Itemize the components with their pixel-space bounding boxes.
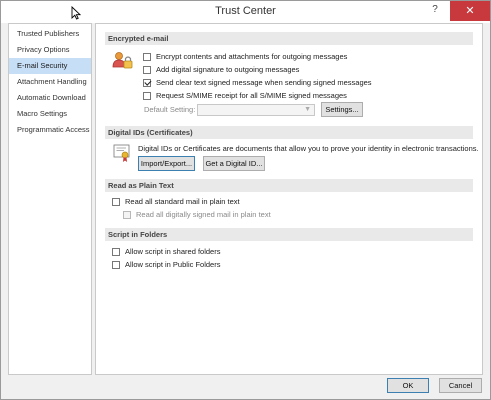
import-export-button[interactable]: Import/Export... xyxy=(138,156,195,171)
script-shared-label: Allow script in shared folders xyxy=(125,247,221,256)
section-heading-script-folders: Script in Folders xyxy=(105,228,473,241)
get-digital-id-button[interactable]: Get a Digital ID... xyxy=(203,156,265,171)
sidebar: Trusted Publishers Privacy Options E-mai… xyxy=(8,23,92,375)
sidebar-item-automatic-download[interactable]: Automatic Download xyxy=(9,90,91,106)
encrypt-contents-checkbox[interactable] xyxy=(143,52,151,61)
sidebar-item-attachment-handling[interactable]: Attachment Handling xyxy=(9,74,91,90)
encrypt-contents-label: Encrypt contents and attachments for out… xyxy=(156,52,348,61)
settings-panel: Encrypted e-mail Encrypt contents and at… xyxy=(95,23,483,375)
sidebar-item-privacy-options[interactable]: Privacy Options xyxy=(9,42,91,58)
cancel-button[interactable]: Cancel xyxy=(439,378,482,393)
option-script-shared[interactable]: Allow script in shared folders xyxy=(112,247,220,256)
default-setting-label: Default Setting: xyxy=(144,105,196,114)
sidebar-item-macro-settings[interactable]: Macro Settings xyxy=(9,106,91,122)
digital-ids-description: Digital IDs or Certificates are document… xyxy=(138,144,479,153)
script-public-checkbox[interactable] xyxy=(112,260,120,269)
option-script-public[interactable]: Allow script in Public Folders xyxy=(112,260,220,269)
script-shared-checkbox[interactable] xyxy=(112,247,120,256)
read-signed-plain-label: Read all digitally signed mail in plain … xyxy=(136,210,271,219)
add-signature-checkbox[interactable] xyxy=(143,65,151,74)
option-clear-text-signed[interactable]: Send clear text signed message when send… xyxy=(143,78,372,87)
read-standard-plain-checkbox[interactable] xyxy=(112,197,120,206)
section-heading-digital-ids: Digital IDs (Certificates) xyxy=(105,126,473,139)
request-smime-receipt-label: Request S/MIME receipt for all S/MIME si… xyxy=(156,91,347,100)
sidebar-item-email-security[interactable]: E-mail Security xyxy=(9,58,91,74)
close-button[interactable]: ✕ xyxy=(450,1,490,21)
default-setting-select[interactable]: ▼ xyxy=(197,104,315,116)
read-signed-plain-checkbox xyxy=(123,210,131,219)
section-heading-plain-text: Read as Plain Text xyxy=(105,179,473,192)
trust-center-dialog: Trust Center ? ✕ Trusted Publishers Priv… xyxy=(0,0,491,400)
settings-button[interactable]: Settings... xyxy=(321,102,363,117)
option-read-standard-plain[interactable]: Read all standard mail in plain text xyxy=(112,197,240,206)
title-bar: Trust Center ? ✕ xyxy=(1,1,490,23)
option-encrypt-contents[interactable]: Encrypt contents and attachments for out… xyxy=(143,52,347,61)
help-button[interactable]: ? xyxy=(428,4,442,18)
lock-user-icon xyxy=(112,52,133,69)
sidebar-item-programmatic-access[interactable]: Programmatic Access xyxy=(9,122,91,138)
mouse-cursor-icon xyxy=(71,6,81,20)
script-public-label: Allow script in Public Folders xyxy=(125,260,221,269)
chevron-down-icon: ▼ xyxy=(304,106,311,113)
certificate-icon xyxy=(113,144,130,162)
add-signature-label: Add digital signature to outgoing messag… xyxy=(156,65,300,74)
clear-text-signed-label: Send clear text signed message when send… xyxy=(156,78,372,87)
option-request-smime-receipt[interactable]: Request S/MIME receipt for all S/MIME si… xyxy=(143,91,347,100)
option-add-signature[interactable]: Add digital signature to outgoing messag… xyxy=(143,65,299,74)
request-smime-receipt-checkbox[interactable] xyxy=(143,91,151,100)
section-heading-encrypted-email: Encrypted e-mail xyxy=(105,32,473,45)
read-standard-plain-label: Read all standard mail in plain text xyxy=(125,197,240,206)
sidebar-item-trusted-publishers[interactable]: Trusted Publishers xyxy=(9,26,91,42)
clear-text-signed-checkbox[interactable] xyxy=(143,78,151,87)
option-read-signed-plain: Read all digitally signed mail in plain … xyxy=(123,210,271,219)
ok-button[interactable]: OK xyxy=(387,378,429,393)
